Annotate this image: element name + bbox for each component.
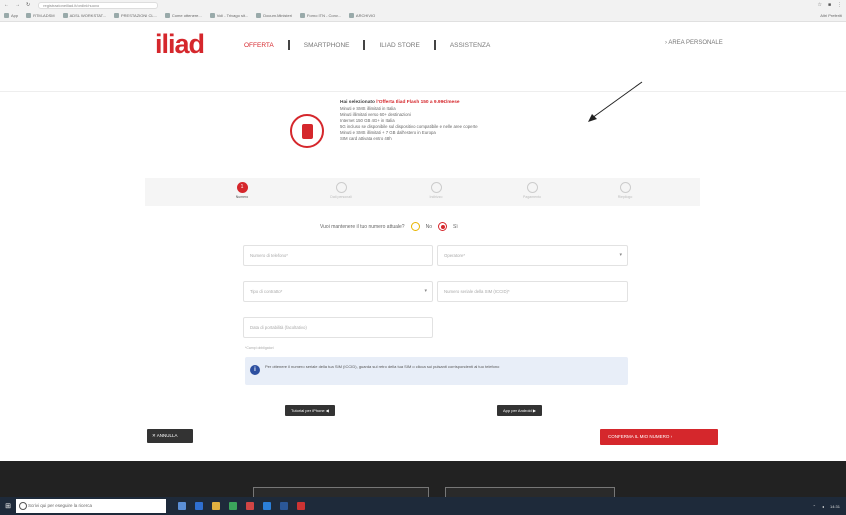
contract-type-select[interactable]: Tipo di contratto* ▾ xyxy=(243,281,433,302)
page-footer xyxy=(0,461,846,501)
required-fields-note: *Campi obbligatori xyxy=(245,346,274,350)
tutorial-iphone-button[interactable]: Tutorial per iPhone ◀ xyxy=(285,405,335,416)
cancel-button[interactable]: ✕ ANNULLA xyxy=(147,429,193,443)
back-icon[interactable]: ← xyxy=(4,2,9,8)
confirm-number-button[interactable]: CONFERMA IL MIO NUMERO › xyxy=(600,429,718,445)
iccid-input[interactable]: Numero seriale della SIM (ICCID)* xyxy=(437,281,628,302)
menu-offerta[interactable]: OFFERTA xyxy=(230,42,288,49)
info-icon: i xyxy=(250,365,260,375)
system-tray: ⌃ ◂ 14:31 xyxy=(813,504,846,509)
iccid-info-box: i Per ottenere il numero seriale della t… xyxy=(245,357,628,385)
outlook-icon[interactable] xyxy=(263,502,271,510)
network-icon[interactable]: ⌃ xyxy=(813,504,816,509)
bookmark-item[interactable]: Voli - Trivago sit... xyxy=(209,13,248,18)
bookmark-item[interactable]: Come ottenere... xyxy=(164,13,202,18)
browser-toolbar: ← → ↻ registrazioneiliad.it/ordini/nuovo… xyxy=(0,0,846,10)
tutorial-android-button[interactable]: App per Android ▶ xyxy=(497,405,542,416)
sim-card-icon xyxy=(290,114,324,148)
bookmark-item[interactable]: ARCHIVIO xyxy=(348,13,375,18)
bookmark-item[interactable]: PRESTAZIONI CL... xyxy=(113,13,157,18)
menu-assistenza[interactable]: ASSISTENZA xyxy=(436,42,504,49)
explorer-icon[interactable] xyxy=(212,502,220,510)
chevron-down-icon: ▾ xyxy=(424,288,427,294)
offer-details: Hai selezionato l'Offerta Iliad Flash 15… xyxy=(340,100,478,142)
site-header xyxy=(0,22,846,92)
main-menu: OFFERTA SMARTPHONE ILIAD STORE ASSISTENZ… xyxy=(230,40,504,50)
chrome-icon[interactable] xyxy=(229,502,237,510)
bookmarks-bar: App RTM-ADSM ADSL WORKSTAT... PRESTAZION… xyxy=(0,10,846,22)
menu-icon[interactable]: ⋮ xyxy=(837,2,842,8)
task-view-icon[interactable] xyxy=(178,502,186,510)
windows-taskbar: ⊞ Scrivi qui per eseguire la ricerca ⌃ ◂… xyxy=(0,497,846,515)
edge-icon[interactable] xyxy=(195,502,203,510)
area-personale-link[interactable]: › AREA PERSONALE xyxy=(665,40,723,46)
operator-select[interactable]: Operatore* ▾ xyxy=(437,245,628,266)
bookmark-item[interactable]: RTM-ADSM xyxy=(26,13,55,18)
bookmark-item[interactable]: App xyxy=(4,13,18,18)
chevron-down-icon: ▾ xyxy=(619,252,622,258)
address-bar[interactable]: registrazioneiliad.it/ordini/nuovo xyxy=(38,1,159,9)
play-icon: ▶ xyxy=(532,408,536,413)
phone-number-input[interactable]: Numero di telefono* xyxy=(243,245,433,266)
bookmark-item[interactable]: Docum.Ministeri xyxy=(256,13,292,18)
radio-yes[interactable] xyxy=(438,222,447,231)
offer-line: SIM card attivata entro 48h xyxy=(340,136,392,141)
annotation-arrow-icon xyxy=(588,81,643,122)
iliad-logo[interactable]: iliad xyxy=(155,29,205,60)
volume-icon[interactable]: ◂ xyxy=(822,504,824,509)
menu-smartphone[interactable]: SMARTPHONE xyxy=(290,42,364,49)
progress-stepper: 1 Numero Dati personali Indirizzo Pagame… xyxy=(145,178,700,206)
user-icon: › xyxy=(665,40,667,46)
star-icon[interactable]: ☆ xyxy=(817,2,821,8)
step-numero: 1 Numero xyxy=(235,182,249,199)
play-icon: ◀ xyxy=(325,408,329,413)
other-bookmarks[interactable]: Altri Preferiti xyxy=(820,13,846,18)
step-pagamento: Pagamento xyxy=(502,182,562,199)
taskbar-search-input[interactable]: Scrivi qui per eseguire la ricerca xyxy=(16,499,166,513)
bookmark-item[interactable]: ADSL WORKSTAT... xyxy=(62,13,106,18)
windows-start-icon[interactable]: ⊞ xyxy=(0,497,16,515)
bookmark-item[interactable]: Forno ITN - Conv... xyxy=(299,13,341,18)
word-icon[interactable] xyxy=(280,502,288,510)
step-dati-personali: Dati personali xyxy=(311,182,371,199)
step-riepilogo: Riepilogo xyxy=(595,182,655,199)
extension-icon[interactable]: ■ xyxy=(828,2,831,8)
step-indirizzo: Indirizzo xyxy=(406,182,466,199)
radio-no[interactable] xyxy=(410,222,420,231)
offer-summary: Hai selezionato l'Offerta Iliad Flash 15… xyxy=(290,100,610,170)
clock[interactable]: 14:31 xyxy=(830,504,840,509)
keep-number-question: Vuoi mantenere il tuo numero attuale? No… xyxy=(320,222,458,231)
chevron-right-icon: › xyxy=(670,434,673,439)
menu-iliad-store[interactable]: ILIAD STORE xyxy=(365,42,433,49)
acrobat-icon[interactable] xyxy=(297,502,305,510)
portability-date-input[interactable]: Data di portabilità (facoltativo) xyxy=(243,317,433,338)
reload-icon[interactable]: ↻ xyxy=(26,2,30,8)
forward-icon[interactable]: → xyxy=(15,2,20,8)
app-icon[interactable] xyxy=(246,502,254,510)
